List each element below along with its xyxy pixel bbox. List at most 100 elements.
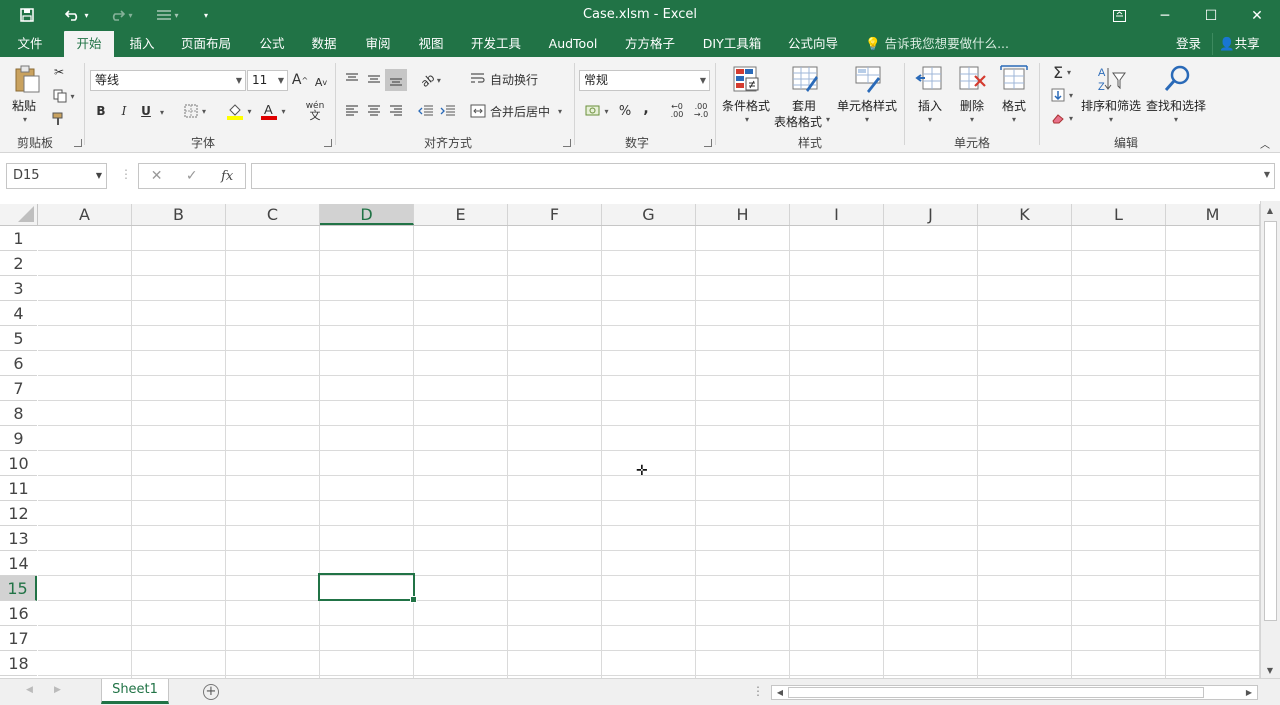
scroll-right-icon[interactable]: ▶ (1241, 686, 1257, 699)
row-header[interactable]: 18 (0, 651, 37, 676)
tab-home[interactable]: 开始 (64, 31, 114, 57)
add-sheet-icon[interactable]: + (203, 684, 219, 700)
paste-icon[interactable] (10, 63, 44, 95)
increase-decimal-icon[interactable]: ←0.00 (666, 101, 688, 121)
find-select-dropdown-icon[interactable]: ▾ (1174, 115, 1178, 124)
format-as-table-label-2[interactable]: 表格格式 (774, 113, 822, 130)
format-cells-label[interactable]: 格式 (1002, 97, 1026, 114)
column-header[interactable]: C (226, 204, 320, 225)
find-select-label[interactable]: 查找和选择 (1146, 97, 1206, 114)
decrease-decimal-icon[interactable]: .00 →.0 (690, 101, 712, 121)
align-center-icon[interactable] (364, 101, 384, 121)
tab-fangfang[interactable]: 方方格子 (618, 31, 682, 57)
prev-sheet-icon[interactable]: ◀ (26, 685, 33, 695)
scroll-down-icon[interactable]: ▼ (1262, 663, 1278, 677)
column-header-selected[interactable]: D (320, 204, 414, 225)
align-bottom-icon[interactable] (385, 69, 407, 91)
column-header[interactable]: B (132, 204, 226, 225)
italic-button[interactable]: I (116, 102, 132, 120)
merge-center-button[interactable]: 合并后居中 ▾ (470, 101, 570, 121)
row-header-selected[interactable]: 15 (0, 576, 37, 601)
align-right-icon[interactable] (386, 101, 406, 121)
form-icon[interactable]: ▾ (152, 5, 184, 25)
column-header[interactable]: K (978, 204, 1072, 225)
column-header[interactable]: F (508, 204, 602, 225)
split-handle-icon[interactable]: ⋮ (752, 684, 764, 698)
column-header[interactable]: G (602, 204, 696, 225)
borders-icon[interactable]: ▾ (179, 102, 211, 120)
align-left-icon[interactable] (342, 101, 362, 121)
sort-filter-label[interactable]: 排序和筛选 (1081, 97, 1141, 114)
alignment-launcher-icon[interactable] (563, 139, 571, 147)
delete-dropdown-icon[interactable]: ▾ (970, 115, 974, 124)
number-format-combo[interactable]: 常规 ▼ (579, 70, 710, 91)
insert-function-button[interactable]: fx (221, 169, 233, 184)
horizontal-scrollbar[interactable]: ◀ ▶ (771, 685, 1258, 700)
column-header[interactable]: J (884, 204, 978, 225)
expand-formula-bar-icon[interactable]: ▼ (1264, 170, 1270, 179)
delete-cells-icon[interactable] (955, 63, 989, 95)
collapse-ribbon-icon[interactable]: ︿ (1258, 137, 1272, 151)
phonetic-guide-icon[interactable]: wén 文 (300, 100, 330, 122)
column-header[interactable]: I (790, 204, 884, 225)
row-header[interactable]: 17 (0, 626, 37, 651)
font-size-combo[interactable]: 11 ▼ (247, 70, 288, 91)
conditional-dropdown-icon[interactable]: ▾ (745, 115, 749, 124)
shrink-font-icon[interactable]: Av (313, 73, 329, 91)
insert-cells-label[interactable]: 插入 (918, 97, 942, 114)
share-button[interactable]: 👤共享 (1212, 33, 1278, 55)
row-header[interactable]: 14 (0, 551, 37, 576)
row-header[interactable]: 8 (0, 401, 37, 426)
cancel-entry-button[interactable]: ✕ (151, 168, 163, 184)
select-all-button[interactable] (0, 204, 38, 226)
tab-data[interactable]: 数据 (302, 31, 346, 57)
tab-file[interactable]: 文件 (4, 31, 56, 57)
formula-input[interactable]: ▼ (251, 163, 1275, 189)
row-header[interactable]: 13 (0, 526, 37, 551)
row-header[interactable]: 2 (0, 251, 37, 276)
maximize-button[interactable]: ☐ (1188, 0, 1234, 31)
tab-diy-toolbox[interactable]: DIY工具箱 (696, 31, 768, 57)
row-header[interactable]: 1 (0, 226, 37, 251)
row-header[interactable]: 5 (0, 326, 37, 351)
tab-page-layout[interactable]: 页面布局 (174, 31, 238, 57)
fill-color-icon[interactable]: ▾ (222, 100, 256, 122)
row-header[interactable]: 7 (0, 376, 37, 401)
underline-dropdown-icon[interactable]: ▾ (157, 103, 167, 121)
format-as-table-icon[interactable] (788, 63, 822, 95)
save-icon[interactable] (14, 5, 40, 25)
row-header[interactable]: 3 (0, 276, 37, 301)
tab-audtool[interactable]: AudTool (540, 31, 606, 57)
cell-styles-dropdown-icon[interactable]: ▾ (865, 115, 869, 124)
column-header[interactable]: M (1166, 204, 1260, 225)
row-header[interactable]: 11 (0, 476, 37, 501)
font-launcher-icon[interactable] (324, 139, 332, 147)
font-color-icon[interactable]: A ▾ (256, 100, 290, 122)
insert-cells-icon[interactable] (913, 63, 947, 95)
clear-icon[interactable]: ▾ (1046, 109, 1078, 127)
align-middle-icon[interactable] (364, 69, 384, 89)
row-header[interactable]: 12 (0, 501, 37, 526)
cell-styles-label[interactable]: 单元格样式 (837, 97, 897, 114)
conditional-formatting-label[interactable]: 条件格式 (722, 97, 770, 114)
customize-toolbar-icon[interactable]: ▾ (198, 5, 214, 25)
conditional-formatting-icon[interactable] (729, 63, 763, 95)
name-box[interactable]: D15 ▼ (6, 163, 107, 189)
next-sheet-icon[interactable]: ▶ (54, 685, 61, 695)
row-header[interactable]: 10 (0, 451, 37, 476)
vertical-scrollbar[interactable]: ▲ ▼ (1260, 201, 1280, 678)
redo-icon[interactable]: ▾ (104, 5, 138, 25)
vertical-scroll-thumb[interactable] (1264, 221, 1277, 621)
clipboard-launcher-icon[interactable] (74, 139, 82, 147)
align-top-icon[interactable] (342, 69, 362, 89)
column-header[interactable]: H (696, 204, 790, 225)
sign-in-link[interactable]: 登录 (1176, 31, 1201, 57)
scroll-up-icon[interactable]: ▲ (1262, 203, 1278, 217)
tab-review[interactable]: 审阅 (356, 31, 400, 57)
row-header[interactable]: 4 (0, 301, 37, 326)
tab-developer[interactable]: 开发工具 (464, 31, 528, 57)
decrease-indent-icon[interactable] (416, 101, 436, 121)
minimize-button[interactable]: ─ (1142, 0, 1188, 31)
table-format-dropdown-icon[interactable]: ▾ (826, 115, 830, 124)
column-header[interactable]: A (38, 204, 132, 225)
